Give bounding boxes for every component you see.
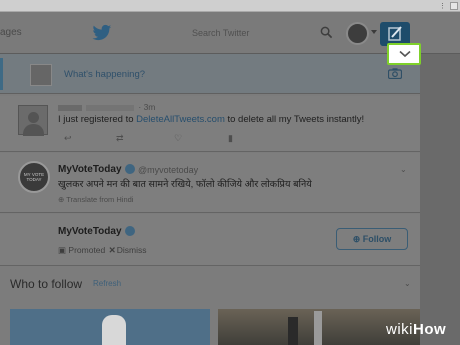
card-image-rocket [314,311,322,345]
avatar-body [23,124,44,136]
tweet-time[interactable]: · 3m [138,102,155,112]
search-input[interactable]: Search Twitter [192,28,249,38]
chevron-down-icon[interactable]: ⌄ [404,279,411,288]
tweet-composer[interactable]: What's happening? [0,54,420,94]
window-button[interactable] [450,2,458,10]
who-to-follow: Who to follow Refresh ⌄ [0,267,420,345]
tweet-text: खुलकर अपने मन की बात सामने रखिये, फॉलो क… [58,179,312,190]
watermark-prefix: wiki [386,321,413,338]
avatar-head [28,112,39,123]
redacted-handle [86,104,134,111]
twitter-bird-icon[interactable] [92,24,112,42]
promoted-label: Promoted [68,245,106,255]
dismiss-icon[interactable]: ✕ [109,245,116,255]
profile-avatar[interactable] [346,22,369,45]
card-image-tower [288,317,298,345]
avatar[interactable]: MY VOTE TODAY [18,161,50,193]
avatar-logo-text: MY VOTE TODAY [23,172,45,182]
tweet-meta: · 3m [58,102,155,112]
search-icon[interactable] [320,26,333,39]
chevron-down-icon[interactable]: ⌄ [400,165,407,174]
promoted-tweet[interactable]: MY VOTE TODAY MyVoteToday @myvotetoday ⌄… [0,153,420,213]
chevron-down-icon[interactable] [371,30,377,34]
tweet-actions: ↩ ⇄ ♡ ▮ [64,133,264,145]
timeline-column: What's happening? · 3m I just registered… [0,54,420,345]
analytics-icon[interactable]: ▮ [228,133,233,144]
watermark-suffix: How [413,321,447,338]
search-box[interactable]: Search Twitter [170,22,340,44]
verified-badge-icon [125,164,135,174]
promoted-line: ▣ Promoted ✕Dismiss [58,245,147,256]
add-user-icon: ⊕ [352,234,363,244]
avatar[interactable] [18,105,48,136]
promoted-icon: ▣ [58,245,67,255]
dismiss-button[interactable]: Dismiss [117,245,147,255]
account-handle[interactable]: @myvotetoday [138,165,198,175]
follow-button[interactable]: ⊕ Follow [336,228,408,250]
avatar [30,64,52,86]
tweet-text: I just registered to DeleteAllTweets.com… [58,114,364,125]
tweet-options-button[interactable] [387,43,421,65]
like-icon[interactable]: ♡ [174,133,182,144]
translate-label: Translate from Hindi [66,195,134,204]
reply-icon[interactable]: ↩ [64,133,72,144]
tweet-text-before: I just registered to [58,114,137,125]
composer-accent [0,58,3,90]
right-sidebar [420,54,460,345]
browser-toolbar: ⋮ [0,0,460,12]
promoted-account[interactable]: MyVoteToday ▣ Promoted ✕Dismiss ⊕ Follow [0,214,420,266]
section-title: Who to follow [10,277,83,291]
tweet-link[interactable]: DeleteAllTweets.com [136,114,225,125]
card-image [102,315,126,345]
tweet[interactable]: · 3m I just registered to DeleteAllTweet… [0,96,420,152]
chevron-down-icon [399,50,411,58]
tweet-text-after: to delete all my Tweets instantly! [224,114,365,125]
suggestion-card[interactable] [10,309,210,345]
wikihow-watermark: wikiHow [386,321,446,338]
refresh-link[interactable]: Refresh [93,279,121,288]
follow-label: Follow [362,234,392,244]
account-name[interactable]: MyVoteToday [58,226,122,237]
camera-icon[interactable] [388,68,402,79]
nav-messages[interactable]: ages [0,27,22,38]
redacted-name [58,104,82,111]
more-icon[interactable]: ⋮ [439,2,446,10]
verified-badge-icon [125,226,135,236]
translate-link[interactable]: ⊕ Translate from Hindi [58,195,133,204]
account-name[interactable]: MyVoteToday [58,164,122,175]
retweet-icon[interactable]: ⇄ [116,133,124,144]
composer-input[interactable]: What's happening? [64,69,145,80]
